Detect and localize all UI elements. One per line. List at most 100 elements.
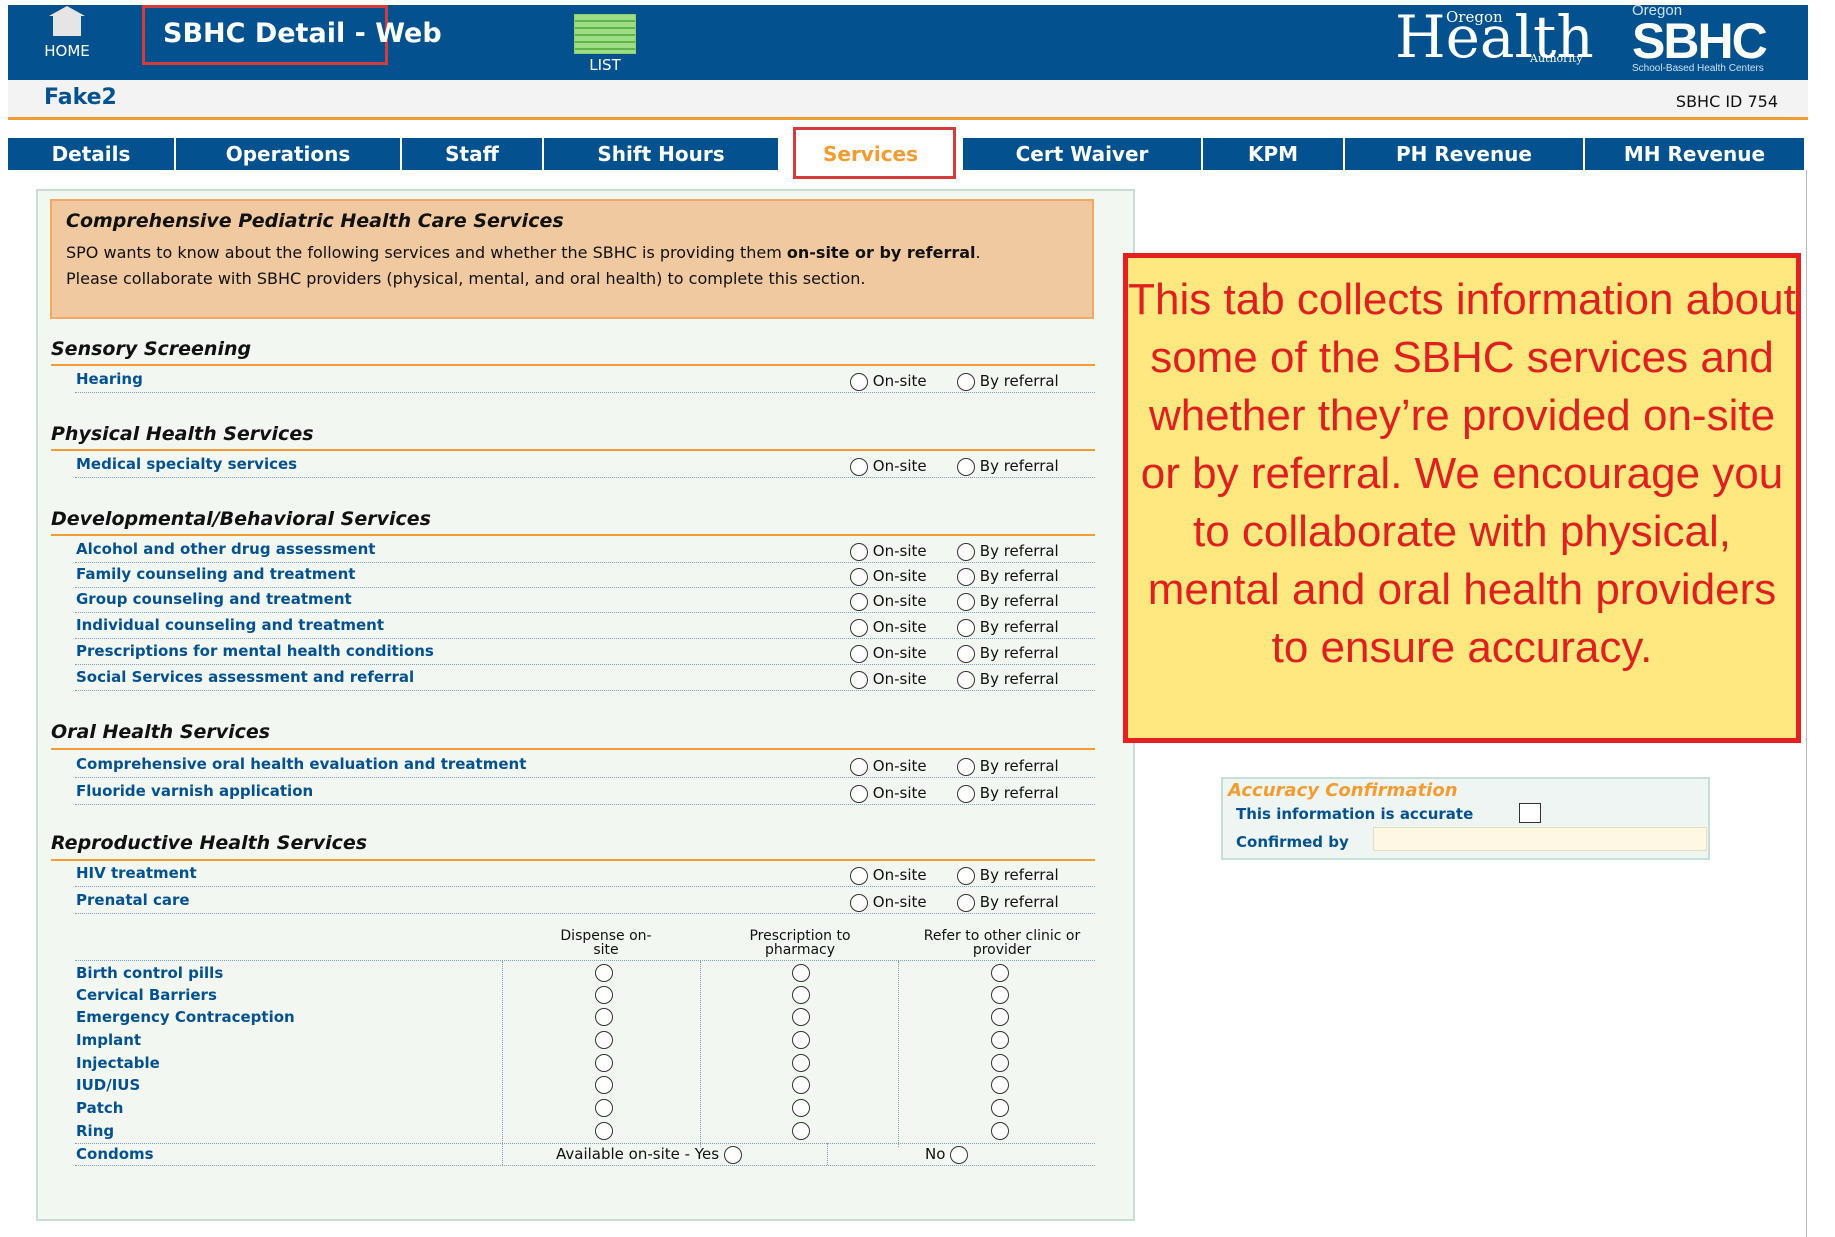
refer-radio[interactable] [991, 1122, 1009, 1140]
tab-kpm[interactable]: KPM [1203, 138, 1345, 170]
dispense-radio[interactable] [595, 1054, 613, 1072]
referral-option[interactable]: By referral [957, 457, 1059, 476]
onsite-radio[interactable] [850, 670, 868, 689]
prescription-radio[interactable] [792, 1076, 810, 1094]
contraception-label: Patch [76, 1099, 124, 1117]
dispense-radio[interactable] [595, 1031, 613, 1049]
referral-option[interactable]: By referral [957, 757, 1059, 776]
list-button[interactable]: LIST [574, 14, 636, 74]
scrollbar-edge[interactable] [1806, 170, 1807, 1237]
referral-radio[interactable] [957, 670, 975, 689]
condoms-no-radio[interactable] [950, 1145, 969, 1164]
condoms-yes-radio[interactable] [723, 1145, 742, 1164]
service-label: Alcohol and other drug assessment [76, 540, 376, 558]
onsite-radio[interactable] [850, 644, 868, 663]
refer-radio[interactable] [991, 1076, 1009, 1094]
referral-option[interactable]: By referral [957, 866, 1059, 885]
confirmed-by-field[interactable] [1373, 827, 1707, 851]
dispense-radio[interactable] [595, 1122, 613, 1140]
onsite-radio[interactable] [850, 542, 868, 561]
onsite-option[interactable]: On-site [850, 592, 927, 611]
contraception-label: Cervical Barriers [76, 986, 217, 1004]
dispense-radio[interactable] [595, 1076, 613, 1094]
referral-radio[interactable] [957, 457, 975, 476]
referral-option[interactable]: By referral [957, 567, 1059, 586]
onsite-option[interactable]: On-site [850, 618, 927, 637]
sbhc-logo: SBHC [1632, 13, 1768, 69]
onsite-radio[interactable] [850, 784, 868, 803]
refer-radio[interactable] [991, 986, 1009, 1004]
onsite-option[interactable]: On-site [850, 670, 927, 689]
referral-radio[interactable] [957, 592, 975, 611]
dispense-radio[interactable] [595, 1099, 613, 1117]
referral-radio[interactable] [957, 372, 975, 391]
referral-option[interactable]: By referral [957, 644, 1059, 663]
onsite-option[interactable]: On-site [850, 784, 927, 803]
contraception-label: Implant [76, 1031, 142, 1049]
condoms-yes-option[interactable]: Available on-site - Yes [556, 1145, 742, 1164]
referral-radio[interactable] [957, 644, 975, 663]
prescription-radio[interactable] [792, 1008, 810, 1026]
accuracy-confirmation-box: Accuracy Confirmation This information i… [1221, 777, 1710, 860]
onsite-option[interactable]: On-site [850, 757, 927, 776]
onsite-radio[interactable] [850, 372, 868, 391]
onsite-option[interactable]: On-site [850, 542, 927, 561]
referral-radio[interactable] [957, 757, 975, 776]
referral-radio[interactable] [957, 866, 975, 885]
onsite-option[interactable]: On-site [850, 644, 927, 663]
referral-radio[interactable] [957, 567, 975, 586]
prescription-radio[interactable] [792, 1031, 810, 1049]
home-button[interactable]: HOME [37, 6, 97, 60]
tab-cert-waiver[interactable]: Cert Waiver [963, 138, 1203, 170]
refer-radio[interactable] [991, 1054, 1009, 1072]
tab-operations[interactable]: Operations [176, 138, 402, 170]
referral-radio[interactable] [957, 542, 975, 561]
condoms-no-option[interactable]: No [925, 1145, 969, 1164]
referral-option[interactable]: By referral [957, 592, 1059, 611]
dispense-radio[interactable] [595, 964, 613, 982]
onsite-option[interactable]: On-site [850, 372, 927, 391]
refer-radio[interactable] [991, 1008, 1009, 1026]
onsite-option[interactable]: On-site [850, 567, 927, 586]
referral-option[interactable]: By referral [957, 542, 1059, 561]
tab-staff[interactable]: Staff [402, 138, 544, 170]
onsite-radio[interactable] [850, 866, 868, 885]
accurate-checkbox[interactable] [1519, 803, 1541, 823]
onsite-option[interactable]: On-site [850, 457, 927, 476]
onsite-radio[interactable] [850, 757, 868, 776]
tab-ph-revenue[interactable]: PH Revenue [1345, 138, 1585, 170]
dispense-radio[interactable] [595, 986, 613, 1004]
onsite-option[interactable]: On-site [850, 866, 927, 885]
service-row: Comprehensive oral health evaluation and… [75, 753, 1095, 778]
prescription-radio[interactable] [792, 1054, 810, 1072]
referral-option[interactable]: By referral [957, 618, 1059, 637]
referral-radio[interactable] [957, 893, 975, 912]
referral-option[interactable]: By referral [957, 372, 1059, 391]
onsite-radio[interactable] [850, 592, 868, 611]
prescription-radio[interactable] [792, 1122, 810, 1140]
referral-option[interactable]: By referral [957, 893, 1059, 912]
onsite-option[interactable]: On-site [850, 893, 927, 912]
tab-shift-hours[interactable]: Shift Hours [544, 138, 780, 170]
refer-radio[interactable] [991, 1099, 1009, 1117]
prescription-radio[interactable] [792, 964, 810, 982]
prescription-radio[interactable] [792, 986, 810, 1004]
onsite-radio[interactable] [850, 567, 868, 586]
home-label: HOME [44, 42, 90, 60]
tab-mh-revenue[interactable]: MH Revenue [1585, 138, 1806, 170]
referral-option[interactable]: By referral [957, 784, 1059, 803]
referral-option[interactable]: By referral [957, 670, 1059, 689]
refer-radio[interactable] [991, 1031, 1009, 1049]
dispense-radio[interactable] [595, 1008, 613, 1026]
site-bar: Fake2 SBHC ID 754 [8, 80, 1808, 120]
onsite-radio[interactable] [850, 457, 868, 476]
refer-radio[interactable] [991, 964, 1009, 982]
tab-details[interactable]: Details [8, 138, 176, 170]
service-label: Hearing [76, 370, 143, 388]
referral-radio[interactable] [957, 618, 975, 637]
onsite-radio[interactable] [850, 893, 868, 912]
intro-instruction: Please collaborate with SBHC providers (… [66, 269, 866, 288]
prescription-radio[interactable] [792, 1099, 810, 1117]
onsite-radio[interactable] [850, 618, 868, 637]
referral-radio[interactable] [957, 784, 975, 803]
